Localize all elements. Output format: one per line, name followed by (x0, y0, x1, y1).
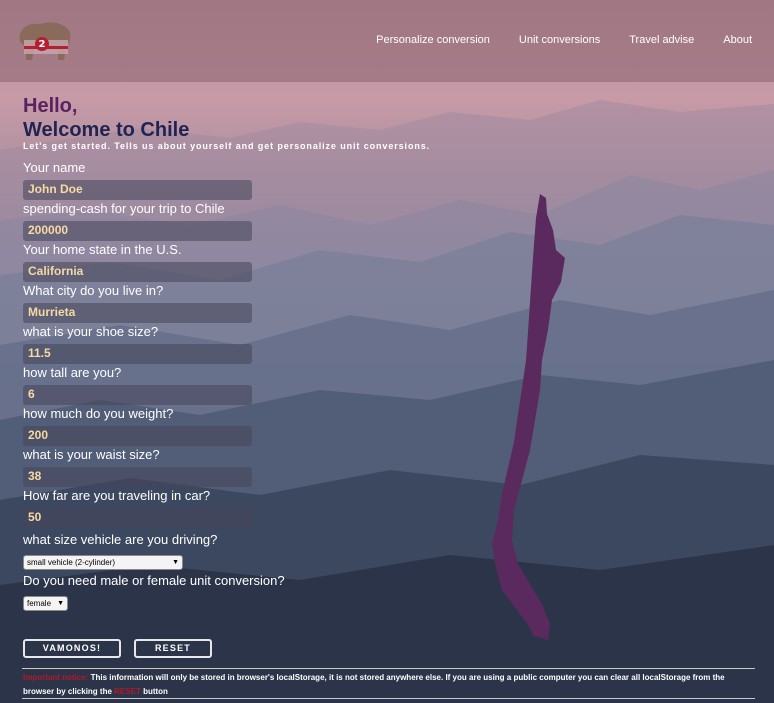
height-field[interactable]: 6 (23, 385, 252, 405)
waist-label: what is your waist size? (23, 447, 160, 462)
greeting-hello: Hello, (23, 95, 78, 117)
notice-reset-link[interactable]: RESET (114, 687, 141, 696)
main-nav: Personalize conversion Unit conversions … (376, 34, 752, 46)
nav-unit-conversions[interactable]: Unit conversions (519, 34, 600, 46)
reset-button[interactable]: RESET (134, 639, 212, 658)
city-label: What city do you live in? (23, 283, 164, 298)
waist-field[interactable]: 38 (23, 467, 252, 487)
weight-field[interactable]: 200 (23, 426, 252, 446)
storage-notice: Important notice: This information will … (23, 671, 743, 699)
shoe-size-field[interactable]: 11.5 (23, 344, 252, 364)
spending-cash-field[interactable]: 200000 (23, 221, 252, 241)
submit-button[interactable]: VAMONOS! (23, 639, 121, 658)
city-field[interactable]: Murrieta (23, 303, 252, 323)
name-field[interactable]: John Doe (23, 180, 252, 200)
nav-travel-advise[interactable]: Travel advise (629, 34, 694, 46)
nav-about[interactable]: About (723, 34, 752, 46)
page-title: Welcome to Chile (23, 119, 190, 141)
gender-select-value: female (27, 599, 52, 608)
state-label: Your home state in the U.S. (23, 242, 182, 257)
distance-label: How far are you traveling in car? (23, 488, 211, 503)
vehicle-select[interactable]: small vehicle (2-cylinder) ▼ (23, 555, 183, 570)
main-content: Hello, Welcome to Chile Let's get starte… (23, 94, 483, 611)
gender-label: Do you need male or female unit conversi… (23, 573, 285, 588)
vehicle-select-value: small vehicle (2-cylinder) (27, 558, 116, 567)
vehicle-label: what size vehicle are you driving? (23, 532, 218, 547)
bear-flag-logo-icon[interactable]: 2 (14, 16, 74, 64)
chevron-down-icon: ▼ (172, 559, 179, 566)
footer-divider-top (22, 668, 755, 669)
shoe-size-label: what is your shoe size? (23, 324, 159, 339)
notice-suffix: button (143, 687, 168, 696)
name-label: Your name (23, 160, 86, 175)
footer-divider-bottom (22, 698, 755, 699)
svg-text:2: 2 (39, 39, 46, 50)
cash-label: spending-cash for your trip to Chile (23, 201, 225, 216)
intro-text: Let's get started. Tells us about yourse… (23, 141, 431, 151)
top-navbar: 2 Personalize conversion Unit conversion… (0, 0, 774, 82)
chevron-down-icon: ▼ (57, 600, 64, 607)
personalize-form: Your name John Doe spending-cash for you… (23, 160, 483, 611)
nav-personalize-conversion[interactable]: Personalize conversion (376, 34, 490, 46)
weight-label: how much do you weight? (23, 406, 174, 421)
distance-field[interactable]: 50 (23, 508, 252, 528)
home-state-field[interactable]: California (23, 262, 252, 282)
chile-map-icon (492, 194, 565, 640)
notice-prefix: Important notice: (23, 673, 89, 682)
gender-select[interactable]: female ▼ (23, 596, 68, 611)
height-label: how tall are you? (23, 365, 122, 380)
